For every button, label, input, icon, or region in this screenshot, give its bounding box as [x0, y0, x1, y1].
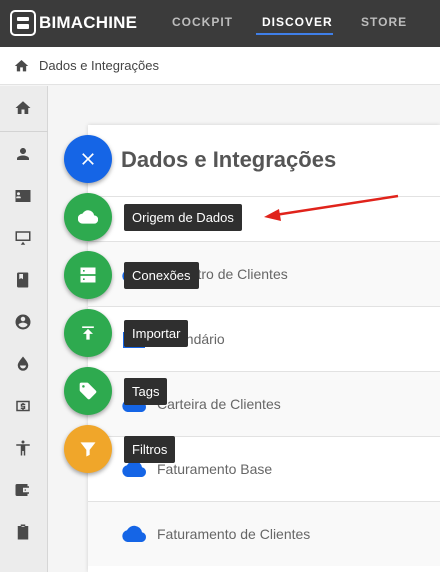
annotation-arrow — [264, 194, 399, 221]
